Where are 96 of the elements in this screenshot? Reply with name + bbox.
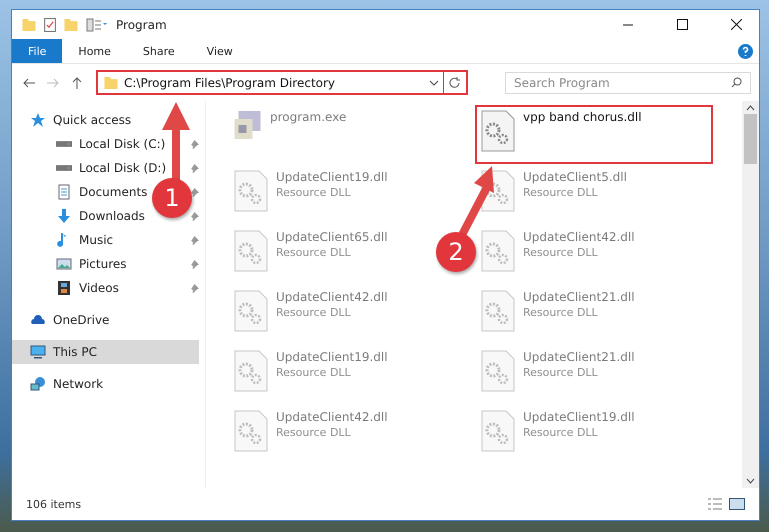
film-icon	[56, 280, 72, 296]
window-title: Program	[116, 18, 168, 32]
maximize-icon	[676, 19, 688, 30]
file-type: Resource DLL	[523, 186, 599, 199]
file-name: UpdateClient65.dll	[276, 230, 388, 244]
file-name: vpp band chorus.dll	[523, 110, 642, 124]
download-icon	[56, 208, 72, 224]
file-name: UpdateClient19.dll	[276, 170, 388, 184]
sidebar-item[interactable]: Network	[12, 372, 110, 396]
folder-icon	[22, 18, 36, 30]
file-type: Resource DLL	[523, 366, 599, 379]
sidebar-item[interactable]: Local Disk (D:)	[12, 156, 172, 180]
ribbon-tab[interactable]: Share	[126, 39, 191, 63]
file-name: UpdateClient19.dll	[276, 350, 388, 364]
sidebar-item[interactable]: Music	[12, 228, 120, 252]
file-item[interactable]: UpdateClient21.dll Resource DLL	[475, 285, 641, 344]
file-type: Resource DLL	[276, 246, 352, 259]
file-type: Resource DLL	[523, 246, 599, 259]
search-field[interactable]: Search Program	[505, 72, 751, 94]
chevron-icon[interactable]	[429, 80, 439, 86]
step-number: 1	[152, 178, 192, 218]
file-item[interactable]: vpp band chorus.dll	[475, 105, 713, 164]
file-item[interactable]: UpdateClient19.dll Resource DLL	[228, 345, 394, 404]
scroll-thumb[interactable]	[744, 114, 757, 164]
star-icon	[30, 112, 46, 128]
file-name: UpdateClient42.dll	[276, 410, 388, 424]
file-item[interactable]: UpdateClient42.dll Resource DLL	[228, 405, 394, 464]
file-item[interactable]: UpdateClient21.dll Resource DLL	[475, 345, 641, 404]
close-icon	[730, 19, 742, 30]
file-name: UpdateClient42.dll	[523, 230, 635, 244]
picture-icon	[56, 256, 72, 272]
scrollbar[interactable]	[742, 101, 759, 488]
gear-file-icon	[234, 290, 268, 332]
sidebar-item[interactable]: This PC	[12, 340, 199, 364]
back-arrow-icon	[23, 78, 35, 88]
sidebar-item[interactable]: Documents	[12, 180, 154, 204]
file-type: Resource DLL	[276, 366, 352, 379]
sidebar-item[interactable]: Pictures	[12, 252, 133, 276]
file-name: UpdateClient21.dll	[523, 290, 635, 304]
help-icon[interactable]	[738, 44, 753, 58]
file-name: UpdateClient21.dll	[523, 350, 635, 364]
step-number: 2	[436, 232, 476, 272]
gear-file-icon	[234, 170, 268, 212]
gear-file-icon	[481, 110, 515, 152]
sidebar-item[interactable]: Videos	[12, 276, 125, 300]
file-name: program.exe	[270, 110, 346, 124]
file-type: Resource DLL	[276, 426, 352, 439]
file-item[interactable]: UpdateClient42.dll Resource DLL	[475, 225, 641, 284]
file-item[interactable]: UpdateClient65.dll Resource DLL	[228, 225, 394, 284]
file-item[interactable]: UpdateClient19.dll Resource DLL	[475, 405, 641, 464]
properties-icon[interactable]	[86, 18, 108, 32]
sidebar-item[interactable]: Quick access	[12, 108, 138, 132]
file-item[interactable]: UpdateClient42.dll Resource DLL	[228, 285, 394, 344]
drive-icon	[56, 141, 72, 147]
file-name: UpdateClient42.dll	[276, 290, 388, 304]
file-type: Resource DLL	[523, 426, 599, 439]
sidebar-item[interactable]: OneDrive	[12, 308, 116, 332]
forward-arrow-icon	[47, 78, 59, 88]
gear-file-icon	[481, 290, 515, 332]
file-item[interactable]: program.exe	[228, 105, 352, 164]
up-arrow-icon	[72, 76, 82, 88]
gear-file-icon	[481, 350, 515, 392]
file-type: Resource DLL	[523, 306, 599, 319]
file-name: UpdateClient5.dll	[523, 170, 627, 184]
gear-file-icon	[234, 230, 268, 272]
program-icon	[234, 110, 262, 140]
ribbon-tab[interactable]: View	[190, 39, 249, 63]
tiles-view-icon[interactable]	[729, 498, 745, 510]
ribbon-tab[interactable]: Home	[62, 39, 127, 63]
arrow	[459, 166, 495, 236]
file-type: Resource DLL	[276, 186, 352, 199]
drive-icon	[56, 165, 72, 171]
sidebar-item[interactable]: Downloads	[12, 204, 151, 228]
gear-file-icon	[481, 230, 515, 272]
network-icon	[30, 376, 46, 392]
new-folder-icon	[64, 18, 78, 30]
scroll-up-icon[interactable]	[746, 105, 755, 111]
document-icon	[56, 184, 72, 200]
ribbon-tab[interactable]: File	[12, 39, 62, 63]
folder-icon	[104, 76, 118, 88]
gear-file-icon	[481, 410, 515, 452]
sidebar-item[interactable]: Local Disk (C:)	[12, 132, 172, 156]
monitor-icon	[30, 344, 46, 360]
address-bar[interactable]: C:\Program Files\Program Directory	[96, 70, 468, 95]
file-item[interactable]: UpdateClient19.dll Resource DLL	[228, 165, 394, 224]
scroll-down-icon[interactable]	[746, 478, 755, 484]
details-view-icon[interactable]	[707, 498, 723, 510]
gear-file-icon	[234, 410, 268, 452]
refresh-icon[interactable]	[449, 76, 461, 88]
gear-file-icon	[234, 350, 268, 392]
file-type: Resource DLL	[276, 306, 352, 319]
checklist-icon[interactable]	[44, 18, 56, 32]
item-count: 106 items	[26, 498, 82, 510]
minimize-icon	[623, 24, 633, 26]
file-name: UpdateClient19.dll	[523, 410, 635, 424]
search-icon	[731, 76, 742, 88]
